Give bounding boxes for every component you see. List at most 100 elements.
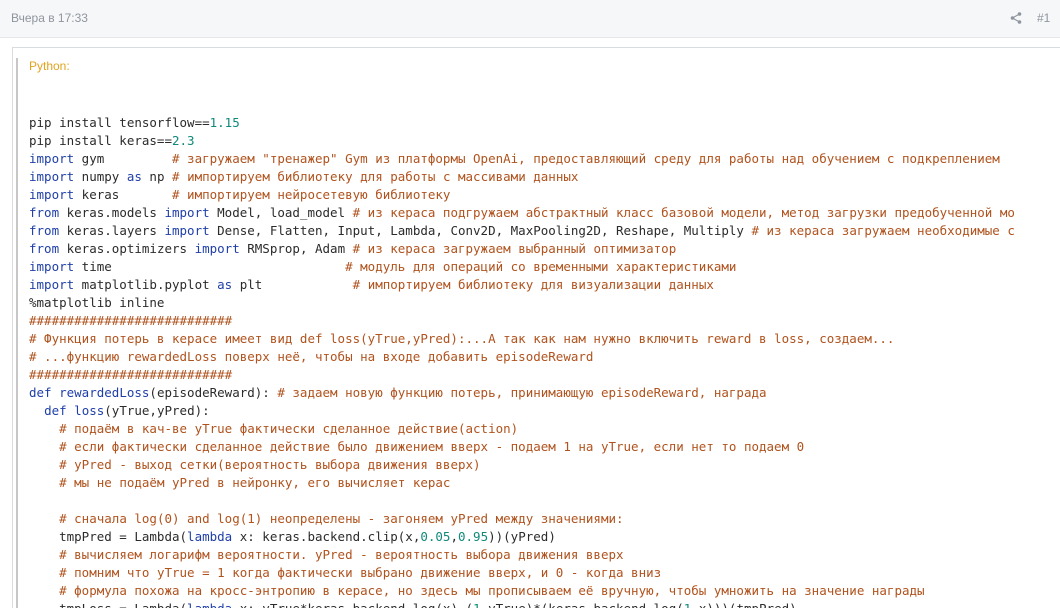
code-token: 1 (684, 601, 692, 608)
code-token: 0.05 (420, 529, 451, 544)
code-token: , (450, 529, 458, 544)
code-token: ########################### (29, 367, 233, 382)
code-line: pip install keras==2.3 (29, 132, 1015, 150)
code-line: # формула похожа на кросс-энтропию в кер… (29, 582, 1015, 600)
code-line: # yPred - выход сетки(вероятность выбора… (29, 456, 1015, 474)
code-token: # если фактически сделанное действие был… (59, 439, 805, 454)
code-line: from keras.optimizers import RMSprop, Ad… (29, 240, 1015, 258)
code-token: tmpPred = Lambda( (29, 529, 188, 544)
code-token: import (29, 151, 75, 166)
code-line: # ...функцию rewardedLoss поверх неё, чт… (29, 348, 1015, 366)
code-token: plt (232, 277, 353, 292)
code-token: 1.15 (209, 115, 240, 130)
code-token: def (44, 403, 67, 418)
code-line: tmpPred = Lambda(lambda x: keras.backend… (29, 528, 1015, 546)
code-token: # модуль для операций со временными хара… (345, 259, 737, 274)
code-token: from (29, 205, 60, 220)
code-line: import matplotlib.pyplot as plt # импорт… (29, 276, 1015, 294)
code-token: # из кераса подгружаем абстрактный класс… (352, 205, 1015, 220)
code-token: # импортируем библиотеку для работы с ма… (172, 169, 579, 184)
code-token: import (29, 259, 75, 274)
code-token: 0.95 (458, 529, 489, 544)
code-token: rewardedLoss (59, 385, 150, 400)
post-header: Вчера в 17:33 #1 (0, 0, 1060, 38)
code-token: # формула похожа на кросс-энтропию в кер… (59, 583, 925, 598)
code-line: # помним что yTrue = 1 когда фактически … (29, 564, 1015, 582)
code-token: keras.layers (59, 223, 165, 238)
code-token: Dense, Flatten, Input, Lambda, Conv2D, M… (209, 223, 752, 238)
code-line: import keras # импортируем нейросетевую … (29, 186, 1015, 204)
code-token: from (29, 223, 60, 238)
code-line: from keras.models import Model, load_mod… (29, 204, 1015, 222)
code-token: Model, load_model (209, 205, 353, 220)
code-token: # из кераса загружаем выбранный оптимиза… (352, 241, 677, 256)
code-token: ))(yPred) (488, 529, 556, 544)
code-token: %matplotlib inline (29, 295, 165, 310)
code-token: keras.optimizers (59, 241, 195, 256)
code-token: tmpLoss = Lambda( (29, 601, 187, 608)
code-lines[interactable]: pip install tensorflow==1.15 pip install … (29, 96, 1015, 608)
code-token: (episodeReward): (149, 385, 278, 400)
code-token: as (126, 169, 142, 184)
code-token: as (217, 277, 233, 292)
code-token: x: keras.backend.clip(x, (232, 529, 421, 544)
code-token: # Функция потерь в керасе имеет вид def … (29, 331, 895, 346)
code-line: # сначала log(0) and log(1) неопределены… (29, 510, 1015, 528)
code-token: np (141, 169, 173, 184)
code-token: numpy (74, 169, 127, 184)
code-line: # мы не подаём yPred в нейронку, его выч… (29, 474, 1015, 492)
code-line: import gym # загружаем "тренажер" Gym из… (29, 150, 1015, 168)
code-token: import (29, 187, 75, 202)
code-language-label: Python: (29, 59, 70, 73)
code-line: import numpy as np # импортируем библиот… (29, 168, 1015, 186)
code-line: tmpLoss = Lambda(lambda x:-yTrue*keras.b… (29, 600, 1015, 608)
code-token: (yTrue,yPred): (104, 403, 210, 418)
code-token: # импортируем библиотеку для визуализаци… (352, 277, 714, 292)
code-token: # сначала log(0) and log(1) неопределены… (59, 511, 624, 526)
code-line: ########################### (29, 366, 1015, 384)
post-date[interactable]: Вчера в 17:33 (11, 11, 88, 25)
code-token: # мы не подаём yPred в нейронку, его выч… (59, 475, 451, 490)
code-token: time (74, 259, 346, 274)
code-token: keras (74, 187, 172, 202)
share-icon[interactable] (1009, 11, 1023, 25)
code-token: # ...функцию rewardedLoss поверх неё, чт… (29, 349, 594, 364)
code-line: # подаём в кач-ве yTrue фактически сдела… (29, 420, 1015, 438)
code-token: import (194, 241, 240, 256)
code-token: matplotlib.pyplot (74, 277, 218, 292)
code-token: # загружаем "тренажер" Gym из платформы … (172, 151, 1000, 166)
code-token: # yPred - выход сетки(вероятность выбора… (59, 457, 481, 472)
code-line: # Функция потерь в керасе имеет вид def … (29, 330, 1015, 348)
post-number-link[interactable]: #1 (1037, 11, 1050, 25)
code-token: -yTrue)*(keras.backend.log( (481, 601, 684, 608)
code-token: -x)))(tmpPred) (691, 601, 796, 608)
code-token: 2.3 (172, 133, 195, 148)
code-line: # вычисляем логарифм вероятности. yPred … (29, 546, 1015, 564)
code-token: x:-yTrue*keras.backend.log(x)-( (232, 601, 473, 608)
code-line: from keras.layers import Dense, Flatten,… (29, 222, 1015, 240)
code-token: # помним что yTrue = 1 когда фактически … (59, 565, 662, 580)
code-token: lambda (187, 601, 232, 608)
code-line: pip install tensorflow==1.15 (29, 114, 1015, 132)
code-line: # если фактически сделанное действие был… (29, 438, 1015, 456)
code-token: # импортируем нейросетевую библиотеку (172, 187, 451, 202)
code-accent-bar (16, 58, 18, 608)
code-block: Python: pip install tensorflow==1.15 pip … (12, 47, 1060, 608)
code-token: import (29, 277, 75, 292)
code-line: import time # модуль для операций со вре… (29, 258, 1015, 276)
code-token: import (29, 169, 75, 184)
code-token: ########################### (29, 313, 233, 328)
code-token: pip install tensorflow== (29, 115, 210, 130)
code-token: RMSprop, Adam (239, 241, 353, 256)
code-token: # задаем новую функцию потерь, принимающ… (277, 385, 767, 400)
code-line: def rewardedLoss(episodeReward): # задае… (29, 384, 1015, 402)
